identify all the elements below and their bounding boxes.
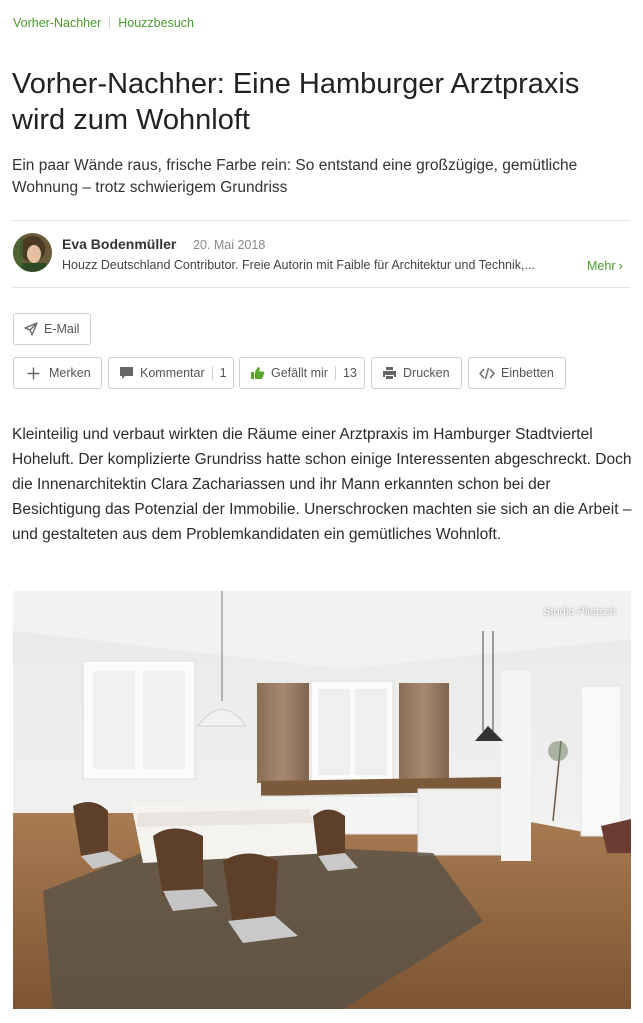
email-label: E-Mail (44, 322, 80, 336)
divider-bottom (12, 287, 630, 288)
author-more-link[interactable]: Mehr › (587, 258, 623, 273)
email-button[interactable]: E-Mail (13, 313, 91, 345)
page-title: Vorher-Nachher: Eine Hamburger Arztpraxi… (12, 68, 580, 136)
print-button[interactable]: Drucken (371, 357, 462, 389)
publish-date: 20. Mai 2018 (193, 238, 266, 252)
breadcrumb: Vorher-Nachher Houzzbesuch (13, 16, 194, 30)
paper-plane-icon (24, 322, 38, 336)
author-bio: Houzz Deutschland Contributor. Freie Aut… (62, 258, 535, 272)
like-label: Gefällt mir (271, 366, 328, 380)
comment-label: Kommentar (140, 366, 205, 380)
breadcrumb-separator (109, 17, 111, 29)
breadcrumb-houzzbesuch[interactable]: Houzzbesuch (118, 16, 194, 30)
thumbs-up-icon (250, 366, 265, 380)
author-name[interactable]: Eva Bodenmüller (62, 236, 176, 252)
article-page: Vorher-Nachher Houzzbesuch Vorher-Nachhe… (0, 0, 643, 1023)
save-button[interactable]: Merken (13, 357, 102, 389)
save-label: Merken (49, 366, 91, 380)
avatar[interactable] (13, 233, 52, 272)
more-label: Mehr (587, 258, 616, 273)
article-body: Kleinteilig und verbaut wirkten die Räum… (12, 426, 632, 543)
count-separator (211, 366, 213, 380)
count-separator (334, 366, 336, 380)
photo-credit: Studio Plietsch (543, 606, 616, 618)
code-icon (479, 367, 495, 380)
breadcrumb-vorher-nachher[interactable]: Vorher-Nachher (13, 16, 101, 30)
like-button[interactable]: Gefällt mir 13 (239, 357, 365, 389)
divider-top (12, 220, 630, 221)
printer-icon (382, 366, 397, 380)
article-photo[interactable]: Studio Plietsch (13, 591, 631, 1009)
chevron-right-icon: › (618, 258, 623, 273)
embed-button[interactable]: Einbetten (468, 357, 566, 389)
comment-button[interactable]: Kommentar 1 (108, 357, 234, 389)
comment-count: 1 (219, 366, 227, 380)
like-count: 13 (342, 366, 357, 380)
plus-icon (27, 367, 40, 380)
speech-bubble-icon (119, 366, 134, 380)
embed-label: Einbetten (501, 366, 554, 380)
print-label: Drucken (403, 366, 450, 380)
article-subtitle: Ein paar Wände raus, frische Farbe rein:… (12, 157, 578, 196)
